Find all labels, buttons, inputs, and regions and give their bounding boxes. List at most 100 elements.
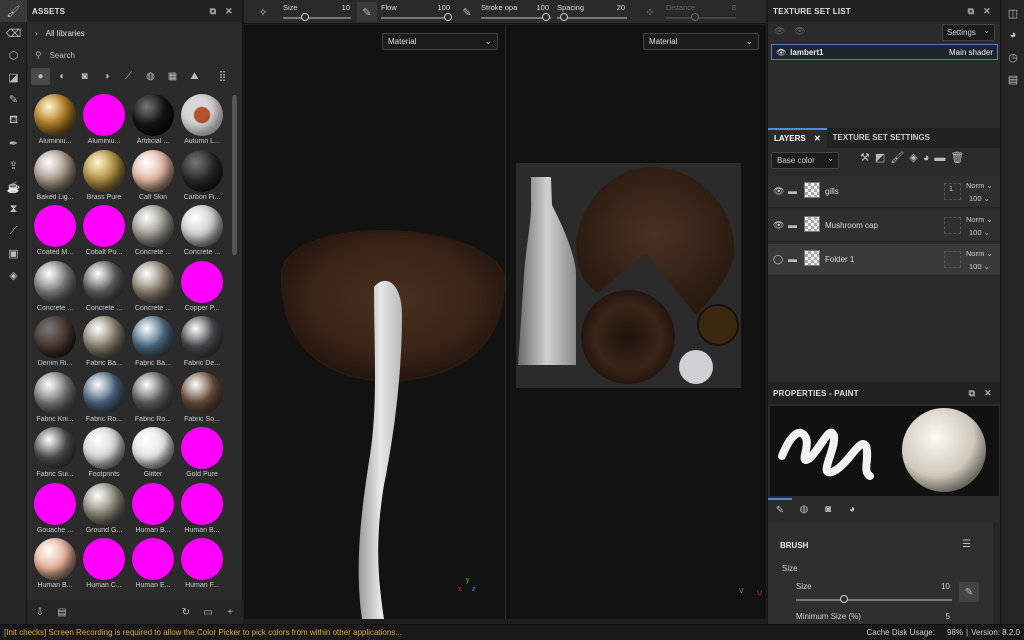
folder-icon[interactable]: ▬ <box>788 254 797 264</box>
close-icon[interactable]: ✕ <box>980 388 996 399</box>
texture-set-row[interactable]: 👁 lambert1 Main shader <box>771 44 998 60</box>
undock-icon[interactable]: ⧉ <box>964 388 980 399</box>
add-effect-icon[interactable]: ⚒ <box>860 151 870 164</box>
all-libraries-row[interactable]: › All libraries <box>27 22 242 44</box>
flow-slider[interactable] <box>381 17 451 19</box>
folder-icon[interactable]: ▭ <box>201 607 215 618</box>
stroke-opacity-slider[interactable] <box>481 17 551 19</box>
asset-tile[interactable]: Human C... <box>80 536 128 592</box>
delete-layer-icon[interactable]: 🗑 <box>950 151 964 164</box>
paint-brush-icon[interactable]: 🖌 <box>0 0 27 22</box>
blend-mode-select[interactable]: Norm ⌄ <box>966 181 993 190</box>
eye-icon[interactable]: 👁 <box>773 220 784 231</box>
library-icon[interactable]: ▤ <box>55 607 69 618</box>
folder-icon[interactable]: ▬ <box>788 186 797 196</box>
asset-tile[interactable]: Fabric Sui... <box>31 425 79 481</box>
blend-mode-select[interactable]: Norm ⌄ <box>966 215 993 224</box>
distance-slider[interactable] <box>666 17 736 19</box>
layer-mask-slot[interactable] <box>944 217 961 234</box>
refresh-icon[interactable]: ↻ <box>179 607 193 618</box>
undock-icon[interactable]: ⧉ <box>963 6 979 17</box>
add-mask-icon[interactable]: ◩ <box>875 151 885 164</box>
close-icon[interactable]: ✕ <box>221 6 237 17</box>
layer-name[interactable]: Folder 1 <box>825 255 854 264</box>
material-tab-icon[interactable]: ◕ <box>840 498 864 520</box>
asset-tile[interactable]: Concrete ... <box>80 259 128 315</box>
asset-tile[interactable]: Autumn L... <box>178 92 226 148</box>
brush-size-slider[interactable] <box>796 599 952 601</box>
asset-tile[interactable]: Human B... <box>129 481 177 537</box>
size-slider-knob[interactable] <box>301 13 309 21</box>
filter-smart-materials-icon[interactable]: ◐ <box>53 68 72 85</box>
texture-set-settings-select[interactable]: Settings ⌄ <box>942 24 995 41</box>
filter-environment-icon[interactable]: ⛰ <box>185 68 204 85</box>
add-paint-layer-icon[interactable]: 🖌 <box>890 151 904 164</box>
eye-icon[interactable]: 👁 <box>773 186 784 197</box>
opacity-select[interactable]: 100 ⌄ <box>969 262 990 271</box>
filter-materials-icon[interactable]: ● <box>31 67 50 85</box>
add-smart-material-icon[interactable]: ◕ <box>923 151 930 164</box>
filter-brushes-icon[interactable]: ⟋ <box>119 68 138 85</box>
grid-view-icon[interactable]: ⣿ <box>213 68 232 85</box>
asset-tile[interactable]: Fabric Ro... <box>80 370 128 426</box>
cube-icon[interactable]: ◈ <box>0 264 27 286</box>
asset-tile[interactable]: Copper P... <box>178 259 226 315</box>
distance-value[interactable]: 8 <box>712 3 736 12</box>
save-icon[interactable]: ▣ <box>0 242 27 264</box>
alpha-tab-icon[interactable]: ◍ <box>792 498 816 520</box>
asset-tile[interactable]: Brass Pure <box>80 148 128 204</box>
asset-tile[interactable]: Footprints <box>80 425 128 481</box>
export-icon[interactable]: ⇪ <box>0 154 27 176</box>
spacing-knob[interactable] <box>560 13 568 21</box>
asset-tile[interactable]: Denim Ri... <box>31 314 79 370</box>
asset-tile[interactable]: Artificial ... <box>129 92 177 148</box>
clone-stamp-icon[interactable]: ⛾ <box>0 110 27 132</box>
solo-icon[interactable]: 👁 <box>794 26 805 37</box>
spacing-value[interactable]: 20 <box>601 3 625 12</box>
asset-tile[interactable]: Fabric Ba... <box>80 314 128 370</box>
asset-tile[interactable]: Concrete ... <box>178 203 226 259</box>
opacity-select[interactable]: 100 ⌄ <box>969 194 990 203</box>
viewport-2d[interactable]: Material ⌄ V U <box>506 25 766 619</box>
brush-size-value[interactable]: 10 <box>934 582 950 591</box>
import-icon[interactable]: ⇩ <box>33 607 47 618</box>
folder-icon[interactable]: ▬ <box>788 220 797 230</box>
distance-knob[interactable] <box>691 13 699 21</box>
tab-texture-set-settings[interactable]: TEXTURE SET SETTINGS <box>827 128 936 148</box>
smudge-icon[interactable]: ✎ <box>0 88 27 110</box>
add-icon[interactable]: + <box>223 607 237 618</box>
asset-tile[interactable]: Gouache ... <box>31 481 79 537</box>
asset-tile[interactable]: Concrete ... <box>31 259 79 315</box>
stroke-opacity-knob[interactable] <box>542 13 550 21</box>
display-settings-icon[interactable]: ◫ <box>1001 2 1024 24</box>
search-row[interactable]: ⚲ Search <box>27 44 242 66</box>
stroke-opacity-value[interactable]: 100 <box>525 3 549 12</box>
flow-value[interactable]: 100 <box>426 3 450 12</box>
bake-icon[interactable]: ☕ <box>0 176 27 198</box>
size-slider[interactable] <box>283 17 351 19</box>
polygon-fill-icon[interactable]: ◪ <box>0 66 27 88</box>
asset-tile[interactable]: Fabric De... <box>178 314 226 370</box>
asset-tile[interactable]: Coated M... <box>31 203 79 259</box>
add-folder-icon[interactable]: ▬ <box>934 151 945 164</box>
channel-select[interactable]: Base color ⌄ <box>771 152 839 169</box>
flow-pressure-icon[interactable]: ✎ <box>457 2 477 22</box>
close-icon[interactable]: ✕ <box>979 6 995 17</box>
properties-scrollbar[interactable] <box>993 522 999 624</box>
link-icon[interactable]: ⟋ <box>0 220 27 242</box>
visibility-all-icon[interactable]: 👁 <box>774 26 785 37</box>
lazy-mouse-icon[interactable]: ⁘ <box>640 2 660 22</box>
asset-tile[interactable]: Human B... <box>31 536 79 592</box>
asset-tile[interactable]: Cobalt Pu... <box>80 203 128 259</box>
size-value[interactable]: 10 <box>326 3 350 12</box>
asset-tile[interactable]: Human B... <box>178 481 226 537</box>
viewport-3d[interactable]: Material ⌄ x y z <box>244 25 505 619</box>
brush-presets-icon[interactable]: ☰ <box>962 539 971 550</box>
layer-row[interactable]: ◯ ▬ Folder 1 Norm ⌄ 100 ⌄ <box>768 244 1001 276</box>
close-icon[interactable]: ✕ <box>814 134 821 143</box>
eye-icon[interactable]: ◯ <box>773 254 783 265</box>
layer-row[interactable]: 👁 ▬ Mushroom cap Norm ⌄ 100 ⌄ <box>768 210 1001 242</box>
asset-tile[interactable]: Aluminiu... <box>80 92 128 148</box>
shader-settings-icon[interactable]: ◕ <box>1001 24 1024 46</box>
filter-alphas-icon[interactable]: ◍ <box>141 68 160 85</box>
